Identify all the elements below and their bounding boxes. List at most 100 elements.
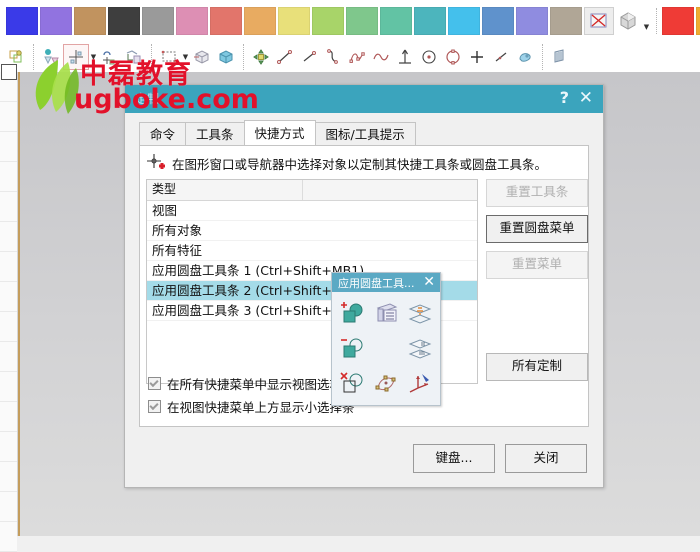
dialog-title: 定制	[135, 92, 160, 106]
close-icon[interactable]: ✕	[579, 88, 593, 108]
swatch-teal-green[interactable]	[380, 7, 412, 35]
resource-bar-tab[interactable]	[0, 462, 17, 492]
swatch-light-green[interactable]	[312, 7, 344, 35]
wcs-orient-icon[interactable]	[403, 366, 437, 401]
list-item[interactable]: 视图	[147, 201, 477, 221]
keyboard-button[interactable]: 键盘...	[413, 444, 495, 473]
toolbar-separator	[151, 44, 152, 70]
extrude-button[interactable]	[190, 45, 214, 69]
swatch-gray[interactable]	[142, 7, 174, 35]
arc-button[interactable]	[321, 45, 345, 69]
datum-point-button[interactable]	[63, 44, 89, 70]
reset-dial-menu-button[interactable]: 重置圆盘菜单	[486, 215, 588, 243]
resource-bar-toggle-button[interactable]	[1, 64, 17, 80]
revolve-button[interactable]	[214, 45, 238, 69]
rectangle-dropdown-arrow[interactable]: ▼	[181, 45, 190, 69]
popup-titlebar[interactable]: 应用圆盘工具... ✕	[332, 273, 440, 292]
resource-bar-tab[interactable]	[0, 492, 17, 522]
reset-menu-button[interactable]: 重置菜单	[486, 251, 588, 279]
circle-button[interactable]	[441, 45, 465, 69]
swatch-teal[interactable]	[414, 7, 446, 35]
resource-bar-tab[interactable]	[0, 342, 17, 372]
color-overflow-arrow[interactable]: ▼	[642, 7, 651, 35]
resource-bar-tab[interactable]	[0, 252, 17, 282]
reset-toolbar-button[interactable]: 重置工具条	[486, 179, 588, 207]
line-button[interactable]	[273, 45, 297, 69]
circle-center-button[interactable]	[417, 45, 441, 69]
swatch-blue[interactable]	[6, 7, 38, 35]
resource-bar-tab[interactable]	[0, 222, 17, 252]
swatch-dark-gray[interactable]	[108, 7, 140, 35]
sketch-section-button[interactable]	[122, 45, 146, 69]
cube-icon	[620, 12, 636, 30]
resource-bar-tab[interactable]	[0, 192, 17, 222]
close-button[interactable]: 关闭	[505, 444, 587, 473]
tab-1[interactable]: 工具条	[185, 122, 245, 147]
checkbox-indicator[interactable]	[148, 400, 161, 413]
helix-button[interactable]	[369, 45, 393, 69]
swatch-tan[interactable]	[74, 7, 106, 35]
studio-spline-button[interactable]	[345, 45, 369, 69]
toolbar-separator	[243, 44, 244, 70]
resource-bar[interactable]	[0, 64, 18, 552]
toolbar-separator	[656, 8, 657, 34]
move-object-button[interactable]	[249, 45, 273, 69]
list-item[interactable]: 所有对象	[147, 221, 477, 241]
tab-2[interactable]: 快捷方式	[243, 120, 316, 147]
swatch-pink[interactable]	[176, 7, 208, 35]
sketch-curve-button[interactable]	[98, 45, 122, 69]
list-item[interactable]: 所有特征	[147, 241, 477, 261]
resource-bar-tab[interactable]	[0, 402, 17, 432]
edit-object-display-icon[interactable]	[369, 366, 403, 401]
hint-row: 在图形窗口或导航器中选择对象以定制其快捷工具条或圆盘工具条。	[140, 146, 588, 177]
line-dash-button[interactable]	[489, 45, 513, 69]
swatch-green[interactable]	[346, 7, 378, 35]
shaded-cube-button[interactable]	[614, 8, 642, 34]
dialog-titlebar[interactable]: 定制 ? ✕	[125, 85, 603, 113]
fill-region-button[interactable]	[513, 45, 537, 69]
tab-3[interactable]: 图标/工具提示	[314, 122, 416, 147]
point-button[interactable]	[465, 45, 489, 69]
swatch-cyan[interactable]	[448, 7, 480, 35]
swatch-amber[interactable]	[696, 7, 700, 35]
checkbox-label: 在所有快捷菜单中显示视图选项	[167, 377, 343, 392]
pattern-button[interactable]	[548, 45, 572, 69]
resource-bar-tab[interactable]	[0, 102, 17, 132]
tab-0[interactable]: 命令	[139, 122, 187, 147]
line2-button[interactable]	[297, 45, 321, 69]
swatch-orange[interactable]	[244, 7, 276, 35]
swatch-salmon[interactable]	[210, 7, 242, 35]
popup-close-icon[interactable]: ✕	[423, 273, 435, 292]
swatch-warm-gray[interactable]	[550, 7, 582, 35]
layer-settings-icon[interactable]	[369, 296, 403, 331]
delete-region-icon[interactable]	[335, 366, 369, 401]
subtract-region-icon[interactable]	[335, 331, 369, 366]
swatch-steel-blue[interactable]	[482, 7, 514, 35]
point-crosshair-icon	[147, 154, 165, 169]
list-column-header-type[interactable]: 类型	[147, 180, 303, 200]
create-point-icon[interactable]	[335, 296, 369, 331]
datum-dropdown-arrow[interactable]: ▼	[89, 45, 98, 69]
resource-bar-tab[interactable]	[0, 312, 17, 342]
checkbox-indicator[interactable]	[148, 377, 161, 390]
resource-bar-tab[interactable]	[0, 522, 17, 552]
help-icon[interactable]: ?	[560, 88, 569, 108]
move-to-layer-icon[interactable]	[403, 331, 437, 366]
swatch-purple[interactable]	[40, 7, 72, 35]
swatch-yellow[interactable]	[278, 7, 310, 35]
swatch-violet[interactable]	[516, 7, 548, 35]
no-color-button[interactable]	[584, 7, 614, 35]
resource-bar-tab[interactable]	[0, 162, 17, 192]
list-column-header-blank[interactable]	[303, 180, 477, 200]
show-hide-objects-icon[interactable]	[403, 296, 437, 331]
popup-title-text: 应用圆盘工具...	[338, 277, 415, 290]
rectangle-select-button[interactable]	[157, 45, 181, 69]
swatch-red[interactable]	[662, 7, 694, 35]
datum-plane-button[interactable]	[39, 45, 63, 69]
perpendicular-button[interactable]	[393, 45, 417, 69]
resource-bar-tab[interactable]	[0, 282, 17, 312]
resource-bar-tab[interactable]	[0, 432, 17, 462]
resource-bar-tab[interactable]	[0, 132, 17, 162]
application-window: ▼ ▼ ▼ 中磊教育 ugboke.com 定制 ? ✕ 命令 工具条 快捷方式…	[0, 0, 700, 552]
resource-bar-tab[interactable]	[0, 372, 17, 402]
